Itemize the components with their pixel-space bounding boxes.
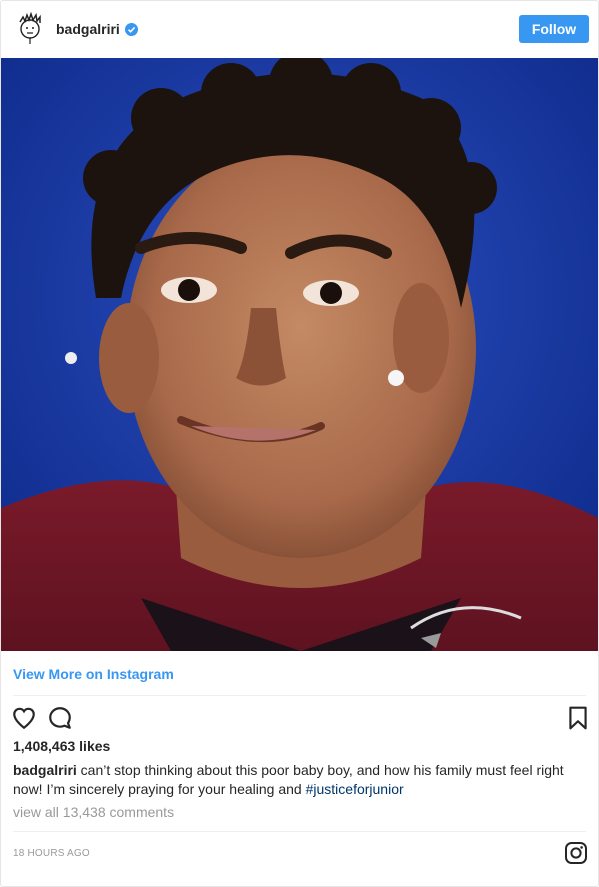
username-group: badgalriri [56,20,138,38]
caption: badgalriri can’t stop thinking about thi… [13,761,587,799]
username[interactable]: badgalriri [56,21,120,37]
instagram-icon[interactable] [564,841,588,865]
likes-count[interactable]: 1,408,463 likes [13,738,110,754]
instagram-embed-card: badgalriri Follow View More on Instagram… [0,0,599,887]
timestamp: 18 HOURS AGO [13,848,90,859]
comment-icon[interactable] [47,705,73,731]
bookmark-icon[interactable] [565,705,591,731]
avatar[interactable] [13,11,47,45]
divider [13,831,586,832]
hashtag-link[interactable]: #justiceforjunior [306,781,404,797]
follow-button[interactable]: Follow [519,15,589,43]
caption-text: can’t stop thinking about this poor baby… [13,762,564,797]
heart-icon[interactable] [11,705,37,731]
action-bar [11,705,589,731]
view-more-link[interactable]: View More on Instagram [13,666,174,682]
divider [13,695,586,696]
view-comments-link[interactable]: view all 13,438 comments [13,804,174,820]
caption-username[interactable]: badgalriri [13,762,77,778]
post-header: badgalriri Follow [1,1,598,58]
post-photo[interactable] [1,58,598,651]
verified-badge-icon [124,22,138,36]
